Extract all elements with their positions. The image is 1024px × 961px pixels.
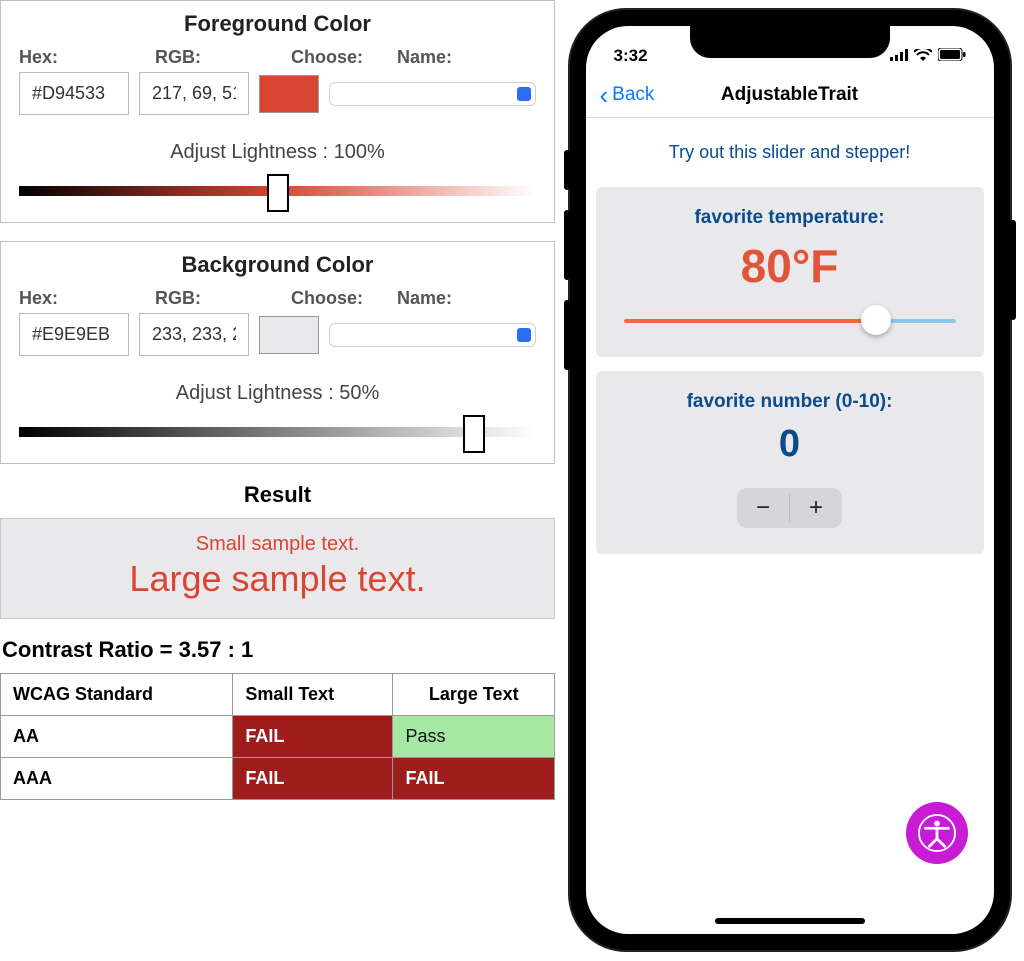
background-inputs — [19, 313, 536, 356]
phone-screen: 3:32 ‹ Back Adju — [586, 26, 994, 934]
nav-bar: ‹ Back AdjustableTrait — [586, 72, 994, 118]
phone-mock-area: 3:32 ‹ Back Adju — [555, 0, 1024, 961]
col-standard: WCAG Standard — [1, 674, 233, 716]
wcag-standard-cell: AAA — [1, 758, 233, 800]
background-swatch[interactable] — [259, 316, 319, 354]
cellular-icon — [890, 46, 908, 66]
phone-notch — [690, 26, 890, 58]
iphone-frame: 3:32 ‹ Back Adju — [570, 10, 1010, 950]
stepper-plus-button[interactable]: + — [790, 488, 842, 528]
contrast-ratio: Contrast Ratio = 3.57 : 1 — [2, 637, 555, 663]
sample-large-text: Large sample text. — [1, 558, 554, 600]
phone-side-button — [1010, 220, 1016, 320]
wcag-standard-cell: AA — [1, 716, 233, 758]
temperature-value: 80°F — [614, 239, 966, 293]
label-choose: Choose: — [291, 47, 371, 68]
number-label: favorite number (0-10): — [614, 391, 966, 413]
foreground-panel: Foreground Color Hex: RGB: Choose: Name:… — [0, 0, 555, 223]
status-time: 3:32 — [614, 46, 648, 66]
label-choose: Choose: — [291, 288, 371, 309]
contrast-checker-panel: Foreground Color Hex: RGB: Choose: Name:… — [0, 0, 555, 961]
temperature-label: favorite temperature: — [614, 207, 966, 229]
result-title: Result — [0, 482, 555, 508]
background-lightness-slider[interactable] — [19, 421, 536, 445]
wcag-large-cell: FAIL — [393, 758, 555, 800]
wcag-small-cell: FAIL — [233, 716, 393, 758]
number-value: 0 — [614, 423, 966, 466]
background-title: Background Color — [19, 252, 536, 278]
sample-small-text: Small sample text. — [1, 533, 554, 556]
background-hex-input[interactable] — [19, 313, 129, 356]
status-icons — [890, 46, 966, 66]
label-hex: Hex: — [19, 288, 129, 309]
foreground-hex-input[interactable] — [19, 72, 129, 115]
background-adjust-label: Adjust Lightness : 50% — [19, 382, 536, 405]
hint-text: Try out this slider and stepper! — [586, 118, 994, 187]
foreground-inputs — [19, 72, 536, 115]
back-label: Back — [612, 84, 654, 106]
label-name: Name: — [397, 47, 536, 68]
wcag-small-cell: FAIL — [233, 758, 393, 800]
foreground-labels: Hex: RGB: Choose: Name: — [19, 47, 536, 68]
wcag-large-cell: Pass — [393, 716, 555, 758]
stepper-minus-button[interactable]: − — [737, 488, 789, 528]
accessibility-fab[interactable] — [906, 802, 968, 864]
result-section: Result Small sample text. Large sample t… — [0, 482, 555, 800]
wcag-table: WCAG Standard Small Text Large Text AAFA… — [0, 673, 555, 800]
foreground-adjust-label: Adjust Lightness : 100% — [19, 141, 536, 164]
wifi-icon — [914, 46, 932, 66]
temperature-card: favorite temperature: 80°F — [596, 187, 984, 357]
back-button[interactable]: ‹ Back — [586, 82, 655, 108]
label-rgb: RGB: — [155, 288, 265, 309]
phone-side-button — [564, 150, 570, 190]
foreground-name-select[interactable] — [329, 82, 536, 106]
temperature-slider[interactable] — [624, 311, 956, 331]
chevron-left-icon: ‹ — [600, 82, 609, 108]
phone-side-button — [564, 300, 570, 370]
foreground-swatch[interactable] — [259, 75, 319, 113]
phone-side-button — [564, 210, 570, 280]
label-rgb: RGB: — [155, 47, 265, 68]
accessibility-icon — [918, 814, 956, 852]
background-labels: Hex: RGB: Choose: Name: — [19, 288, 536, 309]
sample-box: Small sample text. Large sample text. — [0, 518, 555, 619]
background-name-select[interactable] — [329, 323, 536, 347]
label-name: Name: — [397, 288, 536, 309]
col-large: Large Text — [393, 674, 555, 716]
number-stepper: − + — [737, 488, 842, 528]
foreground-lightness-slider[interactable] — [19, 180, 536, 204]
battery-icon — [938, 46, 966, 66]
background-panel: Background Color Hex: RGB: Choose: Name:… — [0, 241, 555, 464]
foreground-title: Foreground Color — [19, 11, 536, 37]
col-small: Small Text — [233, 674, 393, 716]
foreground-rgb-input[interactable] — [139, 72, 249, 115]
label-hex: Hex: — [19, 47, 129, 68]
number-card: favorite number (0-10): 0 − + — [596, 371, 984, 554]
home-indicator[interactable] — [715, 918, 865, 924]
background-rgb-input[interactable] — [139, 313, 249, 356]
